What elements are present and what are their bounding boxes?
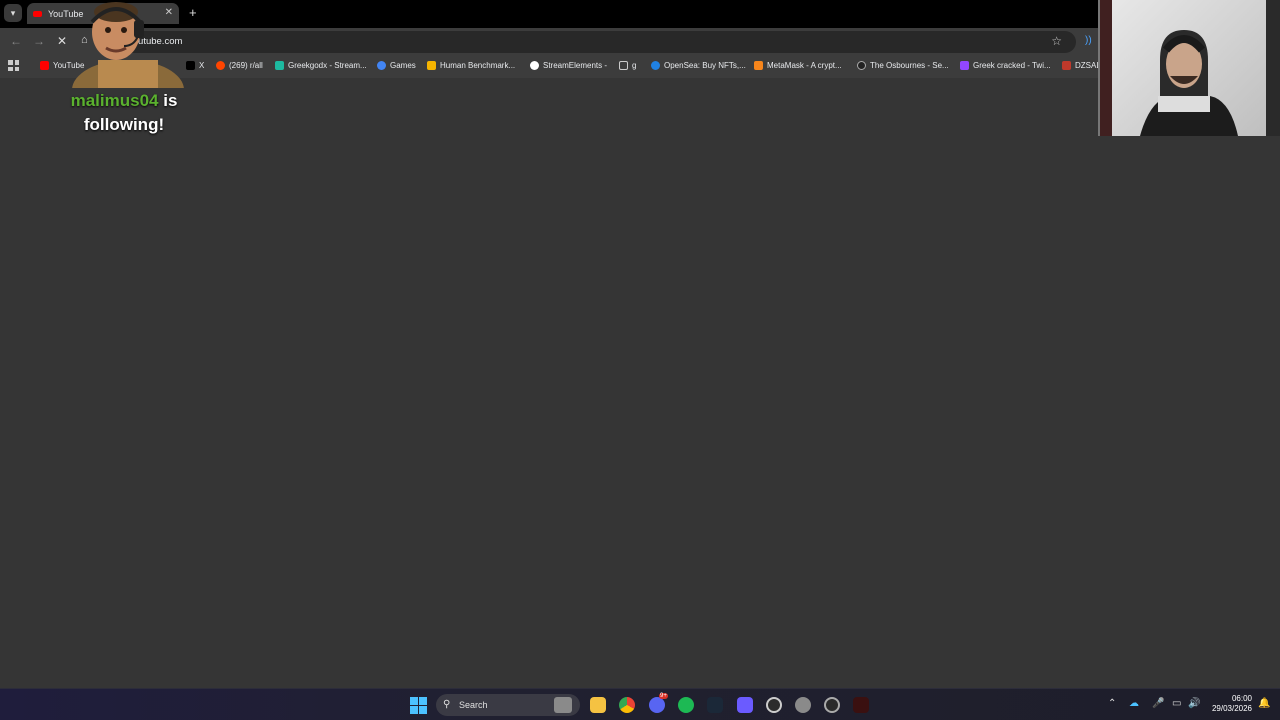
clock-time: 06:00 (1231, 694, 1252, 703)
alert-message-is: is (163, 91, 178, 110)
apps-grid-icon[interactable] (8, 60, 19, 71)
games-icon (377, 61, 386, 70)
taskbar-search-box[interactable]: ⚲ Search (436, 694, 580, 716)
bookmark-opensea[interactable]: OpenSea: Buy NFTs,... (651, 61, 746, 70)
reddit-icon (216, 61, 225, 70)
new-tab-button[interactable]: + (189, 5, 197, 20)
onedrive-cloud-icon[interactable]: ☁ (1129, 698, 1139, 709)
back-arrow-icon[interactable]: ← (10, 34, 22, 48)
address-bar[interactable]: youtube.com ☆ (100, 31, 1076, 53)
bookmark-x[interactable]: X (186, 61, 204, 70)
windows-start-icon[interactable] (410, 697, 427, 714)
steam-icon[interactable] (707, 697, 723, 713)
streamer-icon (275, 61, 284, 70)
follow-alert-text: malimus04 is following! (40, 89, 208, 137)
clock-date: 29/03/2026 (1211, 704, 1252, 713)
taskbar-search-label: Search (459, 700, 488, 710)
follower-username: malimus04 (70, 91, 159, 110)
site-icon (1062, 61, 1071, 70)
spotify-icon[interactable] (678, 697, 694, 713)
discord-badge: 9+ (659, 693, 668, 699)
lightning-icon (427, 61, 436, 70)
opensea-icon (651, 61, 660, 70)
forward-arrow-icon[interactable]: → (33, 34, 45, 48)
show-hidden-icons-chevron-icon[interactable]: ⌃ (1108, 698, 1116, 709)
youtube-icon (40, 61, 49, 70)
bookmark-metamask[interactable]: MetaMask - A crypt... (754, 61, 842, 70)
twitch-icon (960, 61, 969, 70)
file-explorer-icon[interactable] (590, 697, 606, 713)
tab-search-button[interactable]: ▾ (4, 4, 22, 22)
chrome-icon[interactable] (619, 697, 635, 713)
stop-loading-icon[interactable]: ✕ (57, 34, 67, 48)
metamask-fox-icon (754, 61, 763, 70)
webcam-person-image (1140, 30, 1238, 136)
bookmark-games[interactable]: Games (377, 61, 416, 70)
extension-icon[interactable]: )) (1085, 35, 1092, 46)
alert-message-following: following! (83, 115, 165, 134)
bookmark-greek-cracked[interactable]: Greek cracked - Twi... (960, 61, 1051, 70)
page-content-loading (0, 78, 1280, 688)
microphone-icon[interactable]: 🎤 (1152, 698, 1164, 709)
site-icon (857, 61, 866, 70)
bookmark-greekgodx[interactable]: Greekgodx - Stream... (275, 61, 367, 70)
search-highlight-image (554, 697, 572, 713)
webcam-overlay (1098, 0, 1280, 136)
bookmark-streamelements[interactable]: StreamElements - (530, 61, 607, 70)
volume-icon[interactable]: 🔊 (1188, 698, 1200, 709)
follow-alert-character-image (68, 0, 188, 88)
bookmark-star-icon[interactable]: ☆ (1051, 34, 1062, 48)
bookmark-reddit[interactable]: (269) r/all (216, 61, 263, 70)
windows-taskbar: ⚲ Search 9+ ⌃ ☁ 🎤 ▭ 🔊 06:00 29/03/2026 🔔 (0, 688, 1280, 720)
discord-icon[interactable] (649, 697, 665, 713)
search-icon: ⚲ (443, 699, 451, 710)
bookmark-folder-g[interactable]: g (619, 61, 636, 70)
network-icon[interactable]: ▭ (1172, 698, 1181, 709)
notifications-bell-icon[interactable]: 🔔 (1258, 698, 1270, 709)
app-red-icon[interactable] (853, 697, 869, 713)
ccleaner-icon[interactable] (766, 697, 782, 713)
settings-gear-icon[interactable] (795, 697, 811, 713)
obs-icon[interactable] (824, 697, 840, 713)
bookmark-human-benchmark[interactable]: Human Benchmark... (427, 61, 515, 70)
browser-tab-strip: ▾ YouTube ✕ + (0, 0, 1280, 28)
taskbar-clock[interactable]: 06:00 29/03/2026 (1206, 694, 1252, 714)
bookmark-osbournes[interactable]: The Osbournes - Se... (857, 61, 949, 70)
app-grid-icon[interactable] (737, 697, 753, 713)
anchor-icon (530, 61, 539, 70)
folder-icon (619, 61, 628, 70)
youtube-favicon-icon (33, 10, 42, 17)
bookmark-dzsal[interactable]: DZSAL (1062, 61, 1101, 70)
browser-toolbar: ← → ✕ ⌂ youtube.com ☆ )) (0, 28, 1280, 56)
